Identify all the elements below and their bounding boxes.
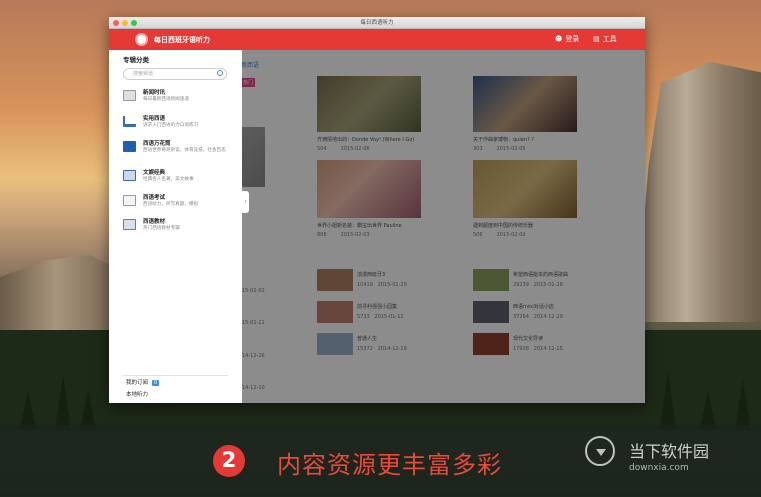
minimize-window-button[interactable] [122, 20, 128, 26]
sidebar-divider [123, 375, 228, 376]
window-titlebar: 每日西语听力 [109, 17, 645, 29]
newspaper-icon [123, 90, 136, 101]
subscriptions-count-badge: 0 [152, 380, 160, 386]
cart-icon [123, 116, 136, 127]
banner-text: 内容资源更丰富多彩 [277, 451, 502, 479]
category-sidebar: 专辑分类 搜索频道 新闻时讯 每日最新西语新闻速递 实用西语 诉求入门西语听力口… [109, 50, 242, 403]
local-listening-item[interactable]: 本地听力 [126, 390, 148, 398]
category-name: 西语教材 [143, 219, 166, 225]
search-icon[interactable] [217, 70, 223, 76]
category-name: 西语考试 [143, 195, 166, 201]
document-icon: ▤ [593, 35, 600, 43]
login-button[interactable]: ☻ 登录 [555, 34, 579, 44]
zoom-window-button[interactable] [131, 20, 137, 26]
sidebar-collapse-handle[interactable]: ‹ [242, 191, 249, 213]
category-item-kaleidoscope[interactable]: 西语万花筒 西语世界奇葩杂谈，体育竞技，社会百态 [123, 139, 228, 165]
category-name: 西语万花筒 [143, 141, 171, 147]
step-number-badge: 2 [213, 445, 245, 477]
watermark-title: 当下软件园 [629, 442, 710, 461]
category-item-news[interactable]: 新闻时讯 每日最新西语新闻速递 [123, 88, 228, 114]
tools-label: 工具 [602, 35, 617, 43]
category-desc: 经典名人名著，美文故事 [143, 177, 194, 182]
tools-button[interactable]: ▤ 工具 [593, 34, 617, 44]
download-arrow-icon [585, 436, 615, 466]
app-window: 每日西语听力 每日西班牙语听力 ☻ 登录 ▤ 工具 新西语 热门 齐满情地出的：… [109, 17, 645, 403]
app-name: 每日西班牙语听力 [154, 35, 210, 44]
book-icon [123, 170, 136, 181]
local-listening-label: 本地听力 [126, 392, 149, 398]
my-subscriptions-label: 我的订阅 [126, 380, 149, 386]
watermark-url: downxia.com [629, 463, 689, 473]
category-name: 新闻时讯 [143, 90, 166, 96]
search-placeholder: 搜索频道 [133, 71, 154, 77]
category-item-practical[interactable]: 实用西语 诉求入门西语听力口语练习 [123, 114, 228, 140]
category-item-literature[interactable]: 文娱经典 经典名人名著，美文故事 [123, 168, 228, 194]
category-desc: 每日最新西语新闻速递 [143, 97, 189, 102]
category-item-textbooks[interactable]: 西语教材 热门西语教材专辑 [123, 217, 228, 243]
my-subscriptions-item[interactable]: 我的订阅 0 [126, 378, 160, 386]
category-name: 文娱经典 [143, 170, 166, 176]
category-desc: 诉求入门西语听力口语练习 [143, 123, 199, 128]
app-header: 每日西班牙语听力 ☻ 登录 ▤ 工具 [109, 29, 645, 50]
login-label: 登录 [565, 35, 580, 43]
category-name: 实用西语 [143, 116, 166, 122]
chevron-left-icon: ‹ [244, 198, 247, 205]
close-window-button[interactable] [113, 20, 119, 26]
search-input[interactable]: 搜索频道 [123, 68, 227, 80]
app-logo [135, 33, 148, 46]
category-desc: 西语听力，听写真题，模拟 [143, 202, 199, 207]
clapperboard-icon [123, 141, 136, 152]
textbook-icon [123, 219, 136, 230]
exam-paper-icon [123, 195, 136, 206]
category-desc: 热门西语教材专辑 [143, 226, 180, 231]
category-item-exam[interactable]: 西语考试 西语听力，听写真题，模拟 [123, 193, 228, 219]
sidebar-title: 专辑分类 [123, 56, 149, 64]
category-desc: 西语世界奇葩杂谈，体育竞技，社会百态 [143, 148, 226, 153]
window-title: 每日西语听力 [360, 20, 394, 26]
user-icon: ☻ [555, 35, 563, 43]
